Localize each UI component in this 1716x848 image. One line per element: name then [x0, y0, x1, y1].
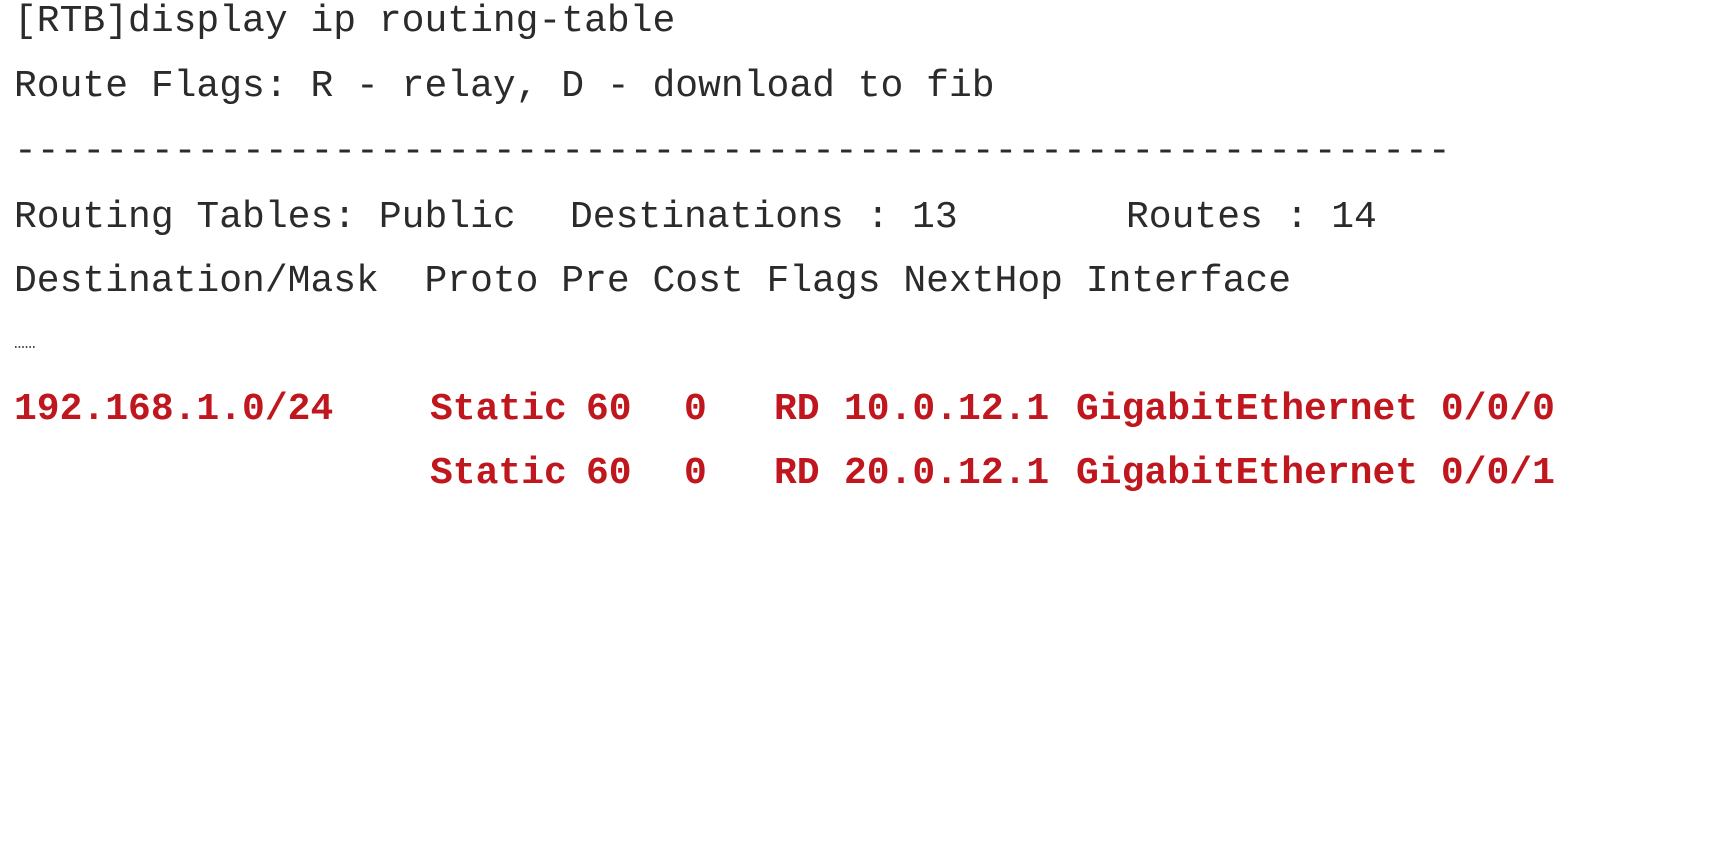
table-row: Static 60 0 RD 20.0.12.1 GigabitEthernet… — [14, 452, 1714, 496]
route-proto: Static — [430, 388, 567, 431]
routing-tables-label: Routing Tables: Public — [14, 196, 516, 239]
destinations-count: Destinations : 13 — [570, 196, 958, 239]
table-row: 192.168.1.0/24 Static 60 0 RD 10.0.12.1 … — [14, 388, 1714, 432]
route-cost: 0 — [684, 388, 707, 431]
route-destination: 192.168.1.0/24 — [14, 388, 334, 431]
routing-table-summary: Routing Tables: Public Destinations : 13… — [14, 196, 1714, 240]
route-interface: GigabitEthernet 0/0/0 — [1076, 388, 1555, 431]
route-interface: GigabitEthernet 0/0/1 — [1076, 452, 1555, 495]
routes-count: Routes : 14 — [1126, 196, 1377, 239]
route-proto: Static — [430, 452, 567, 495]
truncation-ellipsis: …… — [14, 334, 36, 354]
route-cost: 0 — [684, 452, 707, 495]
separator-line: ----------------------------------------… — [14, 130, 1454, 174]
route-flags: RD — [774, 388, 820, 431]
route-nexthop: 20.0.12.1 — [844, 452, 1050, 495]
route-flags-legend: Route Flags: R - relay, D - download to … — [14, 65, 995, 108]
route-nexthop: 10.0.12.1 — [844, 388, 1050, 431]
route-preference: 60 — [586, 452, 632, 495]
command-line: [RTB]display ip routing-table — [14, 0, 676, 43]
table-header: Destination/Mask Proto Pre Cost Flags Ne… — [14, 260, 1292, 303]
terminal-output: [RTB]display ip routing-table Route Flag… — [0, 0, 1716, 560]
separator-text: ----------------------------------------… — [14, 130, 1454, 173]
route-flags: RD — [774, 452, 820, 495]
route-preference: 60 — [586, 388, 632, 431]
